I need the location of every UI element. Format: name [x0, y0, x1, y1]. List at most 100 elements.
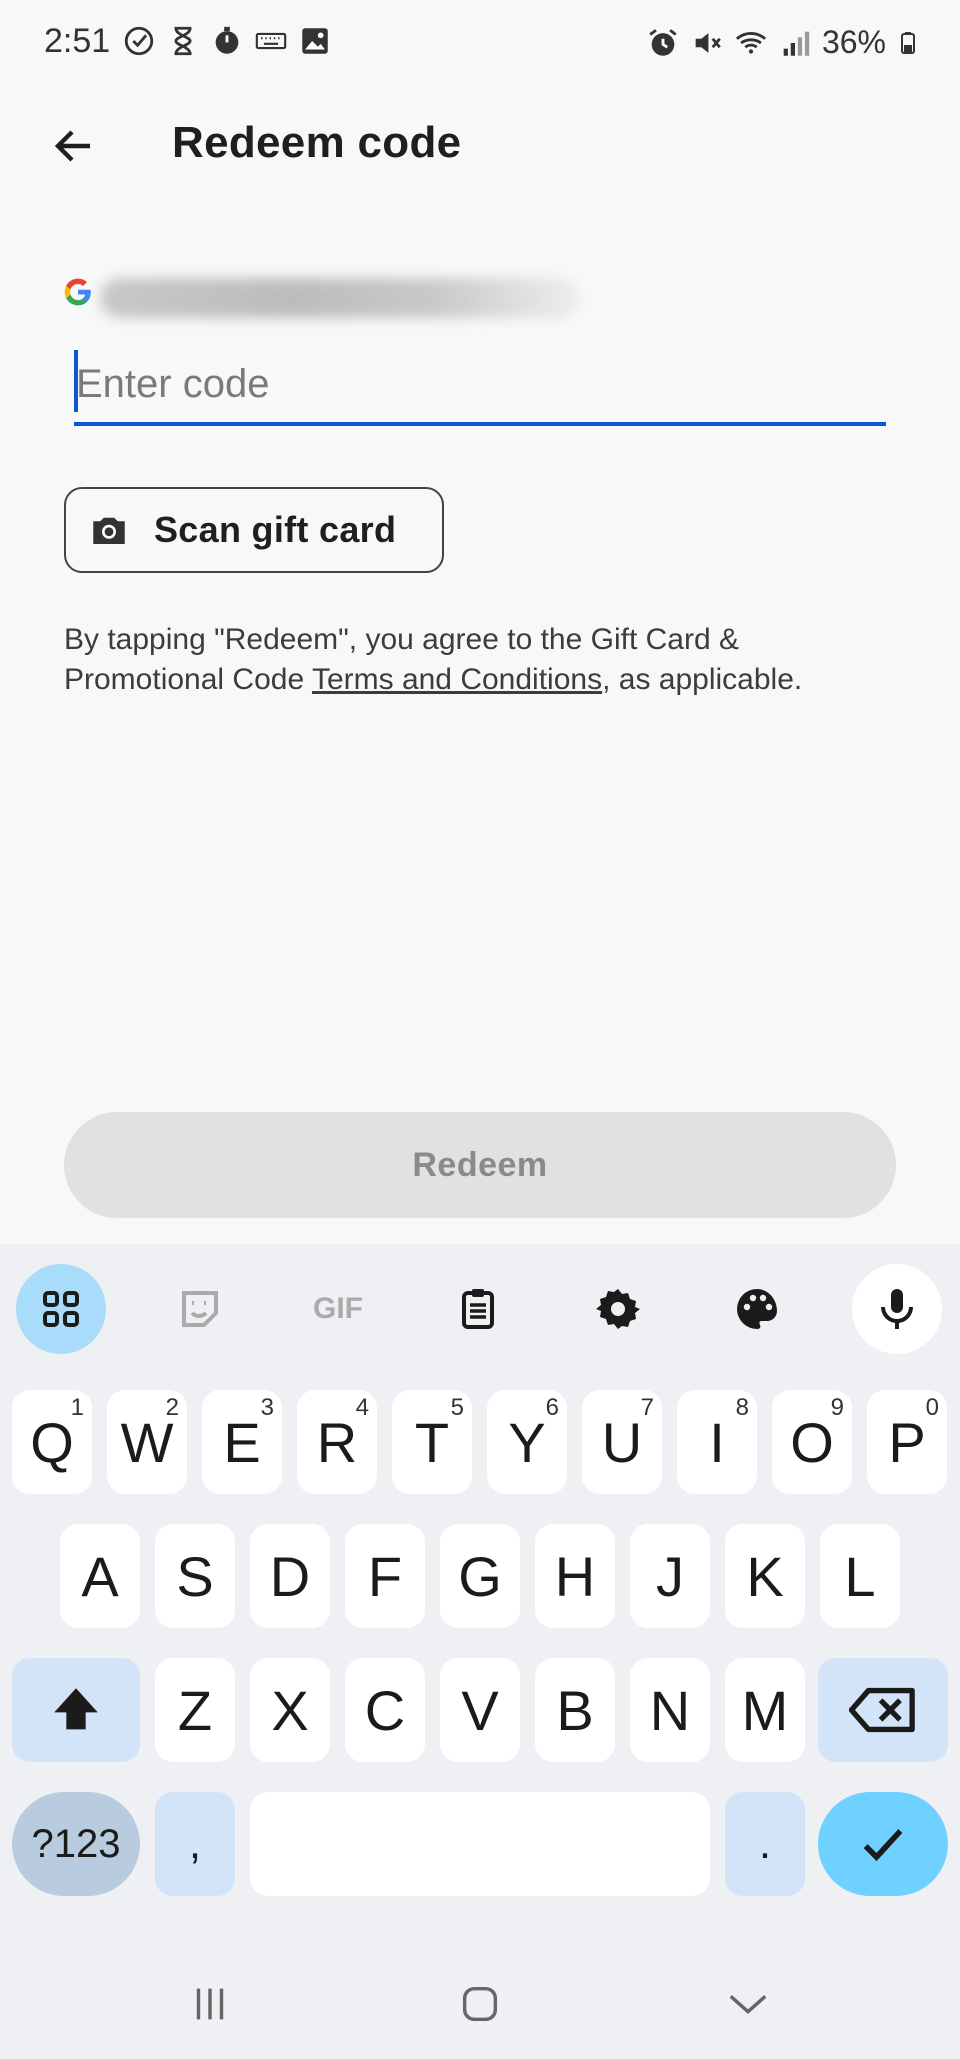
- key-o[interactable]: O9: [772, 1390, 852, 1494]
- key-v[interactable]: V: [440, 1658, 520, 1762]
- page-title: Redeem code: [172, 118, 462, 167]
- palette-icon: [737, 1289, 777, 1329]
- key-m[interactable]: M: [725, 1658, 805, 1762]
- key-e[interactable]: E3: [202, 1390, 282, 1494]
- key-k[interactable]: K: [725, 1524, 805, 1628]
- key-hint: 7: [640, 1394, 654, 1421]
- keyboard: GIF Q1 W2 E3 R4 T5 Y6 U7 I8 O9 P0 A S D …: [0, 1244, 960, 1944]
- key-label: I: [709, 1410, 725, 1474]
- key-f[interactable]: F: [345, 1524, 425, 1628]
- key-label: O: [790, 1410, 834, 1474]
- shift-icon: [54, 1688, 98, 1730]
- sticker-button[interactable]: [155, 1264, 245, 1354]
- key-u[interactable]: U7: [582, 1390, 662, 1494]
- key-x[interactable]: X: [250, 1658, 330, 1762]
- key-label: R: [316, 1410, 358, 1474]
- key-hint: 0: [925, 1394, 939, 1421]
- space-key[interactable]: [250, 1792, 710, 1896]
- key-label: T: [414, 1410, 450, 1474]
- status-time: 2:51: [44, 22, 111, 60]
- key-j[interactable]: J: [630, 1524, 710, 1628]
- key-i[interactable]: I8: [677, 1390, 757, 1494]
- key-r[interactable]: R4: [297, 1390, 377, 1494]
- terms-suffix: , as applicable.: [602, 663, 803, 696]
- settings-icon: [596, 1289, 640, 1329]
- key-l[interactable]: L: [820, 1524, 900, 1628]
- key-c[interactable]: C: [345, 1658, 425, 1762]
- key-hint: 4: [355, 1394, 369, 1421]
- clipboard-button[interactable]: [433, 1264, 523, 1354]
- account-email-redacted: [100, 278, 580, 318]
- backspace-icon: [849, 1687, 915, 1733]
- key-b[interactable]: B: [535, 1658, 615, 1762]
- google-icon: [64, 278, 91, 306]
- back-down-icon: [729, 1995, 767, 2014]
- comma-key[interactable]: ,: [155, 1792, 235, 1896]
- key-z[interactable]: Z: [155, 1658, 235, 1762]
- home-button[interactable]: [440, 1974, 520, 2034]
- key-a[interactable]: A: [60, 1524, 140, 1628]
- gif-button[interactable]: GIF: [293, 1264, 383, 1354]
- code-input[interactable]: [74, 348, 886, 420]
- alarm-icon: [649, 28, 677, 56]
- key-hint: 5: [450, 1394, 464, 1421]
- clipboard-icon: [462, 1289, 494, 1329]
- arrow-back-icon: [54, 130, 90, 162]
- shift-key[interactable]: [12, 1658, 140, 1762]
- hourglass-icon: [174, 26, 192, 56]
- status-right-icons: 36%: [646, 24, 920, 61]
- nav-back-button[interactable]: [708, 1974, 788, 2034]
- key-hint: 6: [545, 1394, 559, 1421]
- signal-icon: [783, 31, 810, 56]
- key-s[interactable]: S: [155, 1524, 235, 1628]
- recents-icon: [196, 1988, 224, 2020]
- symbols-key[interactable]: ?123: [12, 1792, 140, 1896]
- redeem-code-screen: 2:51 36% Redeem code Scan gift card: [0, 0, 960, 2059]
- checkmark-icon: [863, 1829, 903, 1862]
- apps-grid-button[interactable]: [16, 1264, 106, 1354]
- image-icon: [302, 28, 328, 54]
- redeem-button[interactable]: Redeem: [64, 1112, 896, 1218]
- terms-text: By tapping "Redeem", you agree to the Gi…: [64, 620, 904, 700]
- code-input-field[interactable]: [74, 348, 886, 426]
- key-label: Q: [30, 1410, 74, 1474]
- key-d[interactable]: D: [250, 1524, 330, 1628]
- backspace-key[interactable]: [818, 1658, 948, 1762]
- scan-gift-card-button[interactable]: Scan gift card: [64, 487, 444, 573]
- key-label: Y: [508, 1410, 546, 1474]
- sticker-icon: [182, 1291, 218, 1327]
- back-button[interactable]: [44, 116, 104, 176]
- enter-key[interactable]: [818, 1792, 948, 1896]
- key-q[interactable]: Q1: [12, 1390, 92, 1494]
- key-t[interactable]: T5: [392, 1390, 472, 1494]
- key-label: U: [601, 1410, 643, 1474]
- key-w[interactable]: W2: [107, 1390, 187, 1494]
- check-circle-icon: [124, 26, 154, 56]
- key-h[interactable]: H: [535, 1524, 615, 1628]
- scan-gift-card-label: Scan gift card: [154, 509, 397, 550]
- keyboard-settings-button[interactable]: [573, 1264, 663, 1354]
- terms-link[interactable]: Terms and Conditions: [312, 663, 602, 696]
- key-g[interactable]: G: [440, 1524, 520, 1628]
- key-hint: 2: [165, 1394, 179, 1421]
- mute-icon: [695, 32, 721, 53]
- keyboard-icon: [255, 32, 287, 50]
- home-icon: [462, 1986, 498, 2022]
- battery-percent: 36%: [821, 24, 886, 60]
- key-label: P: [888, 1410, 926, 1474]
- key-hint: 3: [260, 1394, 274, 1421]
- key-p[interactable]: P0: [867, 1390, 947, 1494]
- key-hint: 8: [735, 1394, 749, 1421]
- text-cursor: [74, 350, 78, 412]
- wifi-icon: [735, 31, 767, 54]
- recents-button[interactable]: [170, 1974, 250, 2034]
- key-n[interactable]: N: [630, 1658, 710, 1762]
- timer-icon: [215, 26, 239, 54]
- period-key[interactable]: .: [725, 1792, 805, 1896]
- key-hint: 9: [830, 1394, 844, 1421]
- key-y[interactable]: Y6: [487, 1390, 567, 1494]
- key-hint: 1: [70, 1394, 84, 1421]
- theme-button[interactable]: [712, 1264, 802, 1354]
- voice-input-button[interactable]: [852, 1264, 942, 1354]
- mic-icon: [881, 1289, 913, 1329]
